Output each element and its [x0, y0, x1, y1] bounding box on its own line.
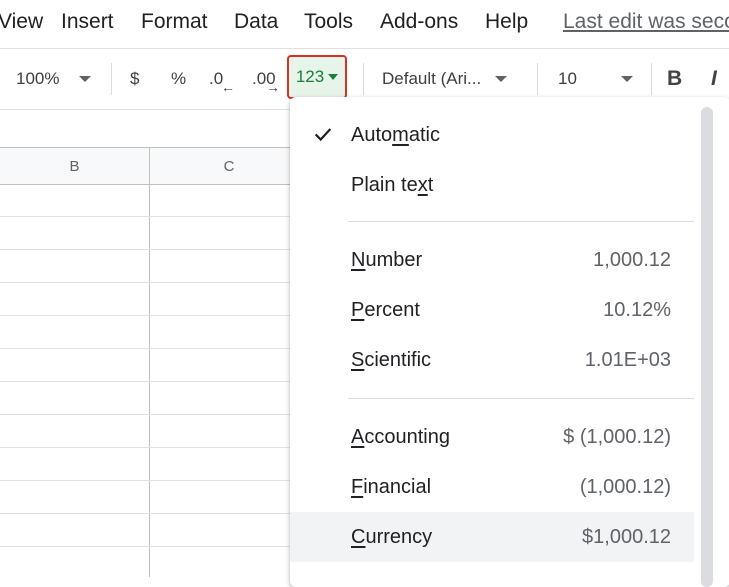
dollar-icon: $: [130, 69, 140, 88]
menu-item-label: Currency: [351, 525, 433, 548]
menu-item-example: 1,000.12: [593, 248, 671, 271]
chevron-down-icon: [620, 76, 633, 82]
last-edit-link[interactable]: Last edit was seconds ago: [563, 10, 729, 34]
row-line: [0, 546, 300, 547]
menu-view[interactable]: View: [0, 10, 43, 34]
menu-item-label: Financial: [351, 475, 432, 498]
menu-divider: [348, 221, 694, 222]
menu-bar: View Insert Format Data Tools Add-ons He…: [0, 0, 729, 46]
menu-item-financial[interactable]: Financial (1,000.12): [290, 462, 694, 512]
row-line: [0, 216, 300, 217]
toolbar-divider: [651, 63, 652, 95]
menu-item-example: (1,000.12): [579, 475, 671, 498]
row-line: [0, 348, 300, 349]
menu-tools[interactable]: Tools: [304, 10, 353, 34]
row-line: [0, 282, 300, 283]
decrease-decimal-button[interactable]: .0 ←: [209, 49, 235, 109]
menu-item-label: Accounting: [351, 425, 450, 448]
toolbar-divider: [537, 63, 538, 95]
format-percent-button[interactable]: %: [171, 49, 186, 109]
chevron-down-icon: [79, 76, 92, 82]
font-size-value: 10: [558, 69, 577, 88]
column-header-c[interactable]: C: [150, 148, 308, 184]
menu-add-ons[interactable]: Add-ons: [380, 10, 458, 34]
arrow-right-icon: →: [266, 79, 280, 95]
menu-help[interactable]: Help: [485, 10, 528, 34]
toolbar-divider: [363, 63, 364, 95]
percent-icon: %: [171, 69, 187, 88]
menu-item-example: 10.12%: [603, 298, 671, 321]
increase-decimal-button[interactable]: .00 →: [252, 49, 280, 109]
more-formats-button[interactable]: 123: [287, 55, 347, 99]
row-line: [0, 249, 300, 250]
menu-item-percent[interactable]: Percent 10.12%: [290, 285, 694, 335]
menu-data[interactable]: Data: [234, 10, 278, 34]
menu-item-label: Scientific: [351, 348, 432, 371]
zoom-select[interactable]: 100%: [16, 49, 92, 109]
menu-item-automatic[interactable]: Automatic: [290, 110, 694, 160]
chevron-down-icon: [328, 74, 339, 80]
menu-item-label: Percent: [351, 298, 420, 321]
menu-item-currency[interactable]: Currency $1,000.12: [290, 512, 694, 562]
chevron-down-icon: [495, 76, 508, 82]
column-header-b[interactable]: B: [0, 148, 149, 184]
menu-item-accounting[interactable]: Accounting $ (1,000.12): [290, 412, 694, 462]
row-line: [0, 447, 300, 448]
font-value: Default (Ari...: [382, 69, 482, 88]
italic-icon: I: [711, 67, 717, 90]
menu-item-example: $ (1,000.12): [563, 425, 671, 448]
format-currency-button[interactable]: $: [130, 49, 139, 109]
menu-item-example: $1,000.12: [582, 525, 671, 548]
menu-item-label: Plain text: [351, 173, 434, 196]
more-formats-label: 123: [295, 67, 325, 86]
zoom-value: 100%: [16, 69, 60, 88]
number-format-menu: Automatic Plain text Number 1,000.12 Per…: [290, 97, 729, 587]
menu-format[interactable]: Format: [141, 10, 208, 34]
menu-item-example: 1.01E+03: [584, 348, 671, 371]
menu-item-label: Number: [351, 248, 423, 271]
arrow-left-icon: ←: [221, 79, 235, 95]
row-line: [0, 315, 300, 316]
bold-icon: B: [667, 67, 683, 90]
row-line: [0, 381, 300, 382]
menu-item-plain-text[interactable]: Plain text: [290, 160, 694, 210]
menu-item-label: Automatic: [351, 123, 440, 146]
menu-item-number[interactable]: Number 1,000.12: [290, 235, 694, 285]
checkmark-icon: [314, 128, 332, 142]
menu-divider: [348, 398, 694, 399]
menu-item-scientific[interactable]: Scientific 1.01E+03: [290, 335, 694, 385]
row-line: [0, 513, 300, 514]
row-line: [0, 414, 300, 415]
menu-insert[interactable]: Insert: [61, 10, 114, 34]
menu-scrollbar[interactable]: [701, 107, 713, 587]
row-line: [0, 480, 300, 481]
toolbar-divider: [111, 63, 112, 95]
